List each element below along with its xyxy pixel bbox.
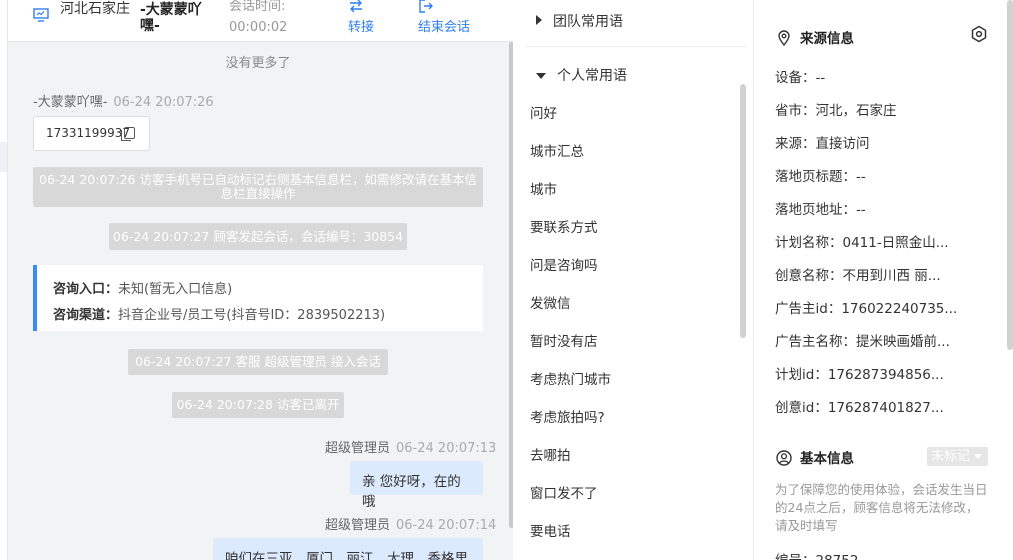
channel-label: 咨询渠道： (53, 308, 119, 323)
sys-agent-join: 06-24 20:07:27 客服 超级管理员 接入会话 (128, 349, 388, 375)
session-time-label: 会话时间: (229, 0, 286, 14)
phrases-scrollbar[interactable] (740, 84, 746, 338)
caret-down-icon (536, 73, 546, 79)
info-row-number: 编号：28752 (775, 549, 858, 560)
visitor-location: 河北石家庄 (60, 1, 130, 17)
phrase-item[interactable]: 问是咨询吗 (530, 254, 598, 274)
source-card: 咨询入口：未知(暂无入口信息) 咨询渠道：抖音企业号/员工号(抖音号ID：283… (33, 265, 483, 331)
transfer-icon (350, 0, 362, 13)
caret-right-icon (536, 15, 542, 25)
user-circle-icon (776, 450, 792, 466)
no-more-text: 没有更多了 (225, 56, 291, 71)
agent-msg-time: 06-24 20:07:14 (396, 518, 497, 533)
info-row-landing-title: 落地页标题：-- (775, 169, 866, 185)
info-row-creative-name: 创意名称：不用到川西 丽... (775, 268, 941, 284)
chat-panel: 河北石家庄 -大蒙蒙吖嘿- 会话时间: 00:00:02 转接 结束会话 没有更… (7, 0, 513, 560)
app-root: 河北石家庄 -大蒙蒙吖嘿- 会话时间: 00:00:02 转接 结束会话 没有更… (0, 0, 1013, 560)
agent-msg-meta: 超级管理员 06-24 20:07:13 (325, 437, 496, 456)
visitor-msg-time: 06-24 20:07:26 (113, 95, 214, 110)
session-time-value: 00:00:02 (229, 20, 288, 35)
location-pin-icon (778, 30, 790, 46)
info-scrollbar[interactable] (1007, 0, 1013, 350)
phrase-item[interactable]: 暂时没有店 (530, 330, 598, 350)
phrase-item[interactable]: 要联系方式 (530, 216, 598, 236)
phrase-item[interactable]: 去哪拍 (530, 444, 571, 464)
phrase-item[interactable]: 考虑热门城市 (530, 368, 611, 388)
phrases-panel: 团队常用语 个人常用语 问好 城市汇总 城市 要联系方式 问是咨询吗 发微信 暂… (513, 0, 753, 560)
phrase-item[interactable]: 问好 (530, 102, 557, 122)
left-strip-marker (0, 142, 7, 172)
info-panel: 来源信息 设备：-- 省市：河北，石家庄 来源：直接访问 落地页标题：-- 落地… (753, 0, 1013, 560)
phrase-item[interactable]: 考虑旅拍吗? (530, 406, 605, 426)
edit-notice: 为了保障您的使用体验，会话发生当日的24点之后，顾客信息将无法修改，请及时填写 (775, 482, 988, 533)
personal-phrases-label: 个人常用语 (557, 68, 627, 84)
team-phrases-label: 团队常用语 (553, 14, 623, 30)
agent-msg-sender: 超级管理员 (325, 441, 391, 456)
entry-row: 咨询入口：未知(暂无入口信息) (53, 277, 483, 303)
phrase-item[interactable]: 要电话 (530, 520, 571, 540)
info-row-plan-id: 计划id：176287394856... (775, 367, 944, 383)
basic-info-label: 基本信息 (800, 451, 854, 467)
info-row-province: 省市：河北，石家庄 (775, 103, 897, 119)
info-row-plan-name: 计划名称：0411-日照金山... (775, 235, 949, 251)
phone-number: 17331199937 (46, 126, 130, 140)
info-row-device: 设备：-- (775, 70, 826, 86)
tag-select[interactable]: 未标记 (927, 447, 988, 466)
phrase-item[interactable]: 发微信 (530, 292, 571, 312)
agent-msg-meta: 超级管理员 06-24 20:07:14 (325, 514, 496, 533)
source-info-label: 来源信息 (800, 31, 854, 47)
transfer-label: 转接 (348, 20, 375, 35)
channel-row: 咨询渠道：抖音企业号/员工号(抖音号ID：2839502213) (53, 303, 483, 329)
personal-phrases-toggle[interactable]: 个人常用语 (536, 65, 627, 85)
team-phrases-toggle[interactable]: 团队常用语 (536, 11, 623, 31)
chat-header: 河北石家庄 -大蒙蒙吖嘿- 会话时间: 00:00:02 转接 结束会话 (8, 0, 513, 42)
phrases-divider (526, 46, 747, 47)
exit-icon (419, 0, 433, 13)
info-row-source: 来源：直接访问 (775, 136, 870, 152)
phone-card: 17331199937 (33, 116, 150, 151)
entry-label: 咨询入口： (53, 282, 119, 297)
sys-auto-mark: 06-24 20:07:26 访客手机号已自动标记右侧基本信息栏，如需修改请在基… (33, 167, 483, 207)
monitor-icon (33, 8, 49, 22)
agent-msg-sender: 超级管理员 (325, 518, 391, 533)
sys-session-start: 06-24 20:07:27 顾客发起会话，会话编号：30854 (109, 223, 407, 250)
source-info-title: 来源信息 (776, 27, 854, 47)
entry-value: 未知(暂无入口信息) (118, 282, 233, 297)
end-session-label: 结束会话 (418, 20, 471, 35)
basic-info-title: 基本信息 (776, 447, 854, 467)
visitor-name: -大蒙蒙吖嘿- (140, 2, 202, 34)
sys-visitor-left: 06-24 20:07:28 访客已离开 (172, 392, 344, 418)
left-strip (0, 0, 7, 560)
copy-icon[interactable] (121, 127, 135, 141)
transfer-button[interactable]: 转接 (348, 0, 374, 36)
settings-icon[interactable] (970, 25, 988, 43)
channel-value: 抖音企业号/员工号(抖音号ID：2839502213) (118, 308, 386, 323)
info-row-advertiser-name: 广告主名称：提米映画婚前... (775, 334, 950, 350)
info-row-creative-id: 创意id：176287401827... (775, 400, 944, 416)
visitor-msg-sender: -大蒙蒙吖嘿- (33, 95, 108, 110)
info-row-landing-url: 落地页地址：-- (775, 202, 866, 218)
end-session-button[interactable]: 结束会话 (418, 0, 470, 36)
phrase-item[interactable]: 城市 (530, 178, 557, 198)
phrase-item[interactable]: 窗口发不了 (530, 482, 598, 502)
info-row-advertiser-id: 广告主id：176022240735... (775, 301, 958, 317)
agent-bubble: 咱们在三亚，厦门，丽江，大理，香格里 (213, 538, 483, 560)
agent-bubble: 亲 您好呀，在的哦 (350, 461, 483, 510)
agent-msg-time: 06-24 20:07:13 (396, 441, 497, 456)
visitor-msg-meta: -大蒙蒙吖嘿- 06-24 20:07:26 (33, 91, 214, 110)
phrase-item[interactable]: 城市汇总 (530, 140, 584, 160)
